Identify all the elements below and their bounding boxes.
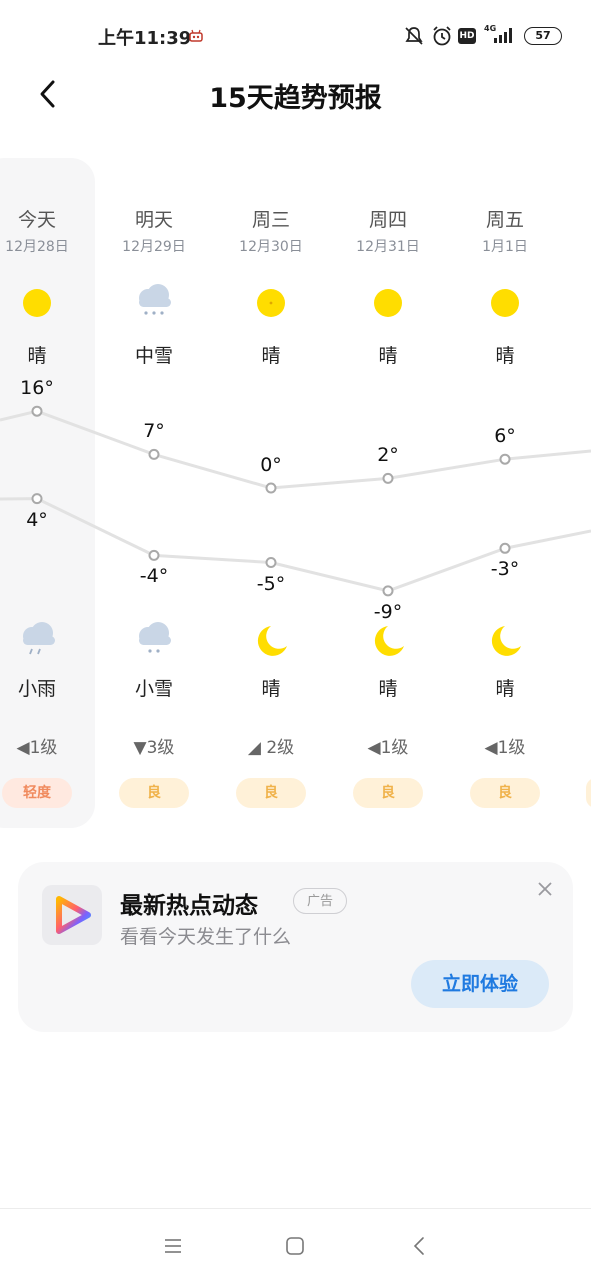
ad-app-logo: [42, 885, 102, 945]
high-temp-label: 16°: [20, 377, 54, 400]
day-date: 1月1日: [482, 239, 528, 255]
sun-icon: [257, 289, 285, 317]
moon-icon: [491, 626, 521, 656]
night-condition: 晴: [261, 678, 281, 700]
high-temp-line-point: [31, 405, 43, 417]
low-temp-line-point: [265, 557, 277, 568]
high-temp-label: 7°: [143, 420, 165, 443]
low-temp-label: 4°: [26, 508, 48, 531]
high-temp-line: [0, 409, 591, 490]
wind-level: ◀1级: [484, 738, 526, 758]
close-icon[interactable]: [536, 880, 554, 898]
high-temp-line-point: [499, 453, 511, 465]
ad-subtitle: 看看今天发生了什么: [120, 926, 292, 948]
aqi-badge: 良: [470, 778, 540, 808]
signal-icon: [494, 28, 512, 43]
low-temp-line-point: [499, 542, 511, 554]
page-title: 15天趋势预报: [209, 83, 382, 114]
moon-icon: [374, 626, 404, 656]
high-temp-label: 6°: [494, 425, 516, 448]
light-rain-icon: [23, 622, 55, 655]
low-temp-line-point: [148, 549, 160, 561]
wind-level: ◀1级: [16, 738, 58, 758]
low-temp-line-point: [382, 585, 394, 597]
high-temp-label: 2°: [377, 444, 399, 467]
night-condition: 晴: [495, 678, 515, 700]
wind-level: ◢ 2级: [247, 738, 295, 758]
aqi-badge: 良: [353, 778, 423, 808]
aqi-badge: 良: [236, 778, 306, 808]
high-temp-label: 0°: [260, 454, 282, 476]
nav-divider: [0, 1208, 591, 1209]
day-name: 今天: [17, 209, 56, 231]
notification-app-icon: [189, 29, 203, 42]
low-temp-label: -4°: [139, 565, 169, 588]
day-date: 12月28日: [5, 239, 69, 255]
high-temp-line-point: [148, 448, 160, 460]
wind-level: ▼3级: [133, 738, 175, 758]
low-temp-label: -3°: [490, 558, 520, 581]
day-name: 周五: [485, 209, 524, 231]
low-temp-label: -5°: [256, 572, 286, 595]
ad-title: 最新热点动态: [120, 893, 258, 919]
wind-level: ◀1级: [367, 738, 409, 758]
high-temp-line-point: [265, 482, 277, 494]
day-date: 12月29日: [122, 239, 186, 255]
ad-tag: 广告: [293, 888, 347, 914]
day-date: 12月31日: [356, 239, 420, 255]
low-temp-label: -9°: [373, 600, 403, 623]
aqi-badge: 轻度: [2, 778, 72, 808]
home-icon[interactable]: [285, 1236, 305, 1256]
play-logo-icon: [56, 896, 91, 934]
sun-icon: [491, 289, 519, 317]
night-condition: 晴: [378, 678, 398, 700]
day-name: 周三: [251, 209, 290, 231]
sun-icon: [23, 289, 51, 317]
hd-icon: HD: [458, 28, 476, 44]
low-temp-line-point: [31, 493, 43, 505]
menu-icon[interactable]: [163, 1236, 183, 1256]
day-name: 周四: [368, 209, 407, 231]
silent-bell-icon: [405, 27, 423, 45]
alarm-icon: [433, 26, 451, 46]
moon-icon: [257, 626, 287, 656]
day-date: 12月30日: [239, 239, 303, 255]
aqi-badge: 良: [119, 778, 189, 808]
light-snow-icon: [139, 622, 171, 653]
high-temp-line-point: [382, 472, 394, 484]
nav-back-icon[interactable]: [410, 1236, 430, 1256]
status-time: 上午11:39: [98, 28, 192, 49]
night-condition: 小雨: [17, 678, 56, 700]
sun-icon: [374, 289, 402, 317]
battery-icon: 57: [524, 27, 562, 45]
ad-cta-button[interactable]: 立即体验: [411, 960, 549, 1008]
day-name: 明天: [134, 209, 173, 231]
moderate-snow-icon: [139, 284, 171, 315]
aqi-badge-partial: [586, 778, 591, 808]
night-condition: 小雪: [134, 678, 173, 700]
